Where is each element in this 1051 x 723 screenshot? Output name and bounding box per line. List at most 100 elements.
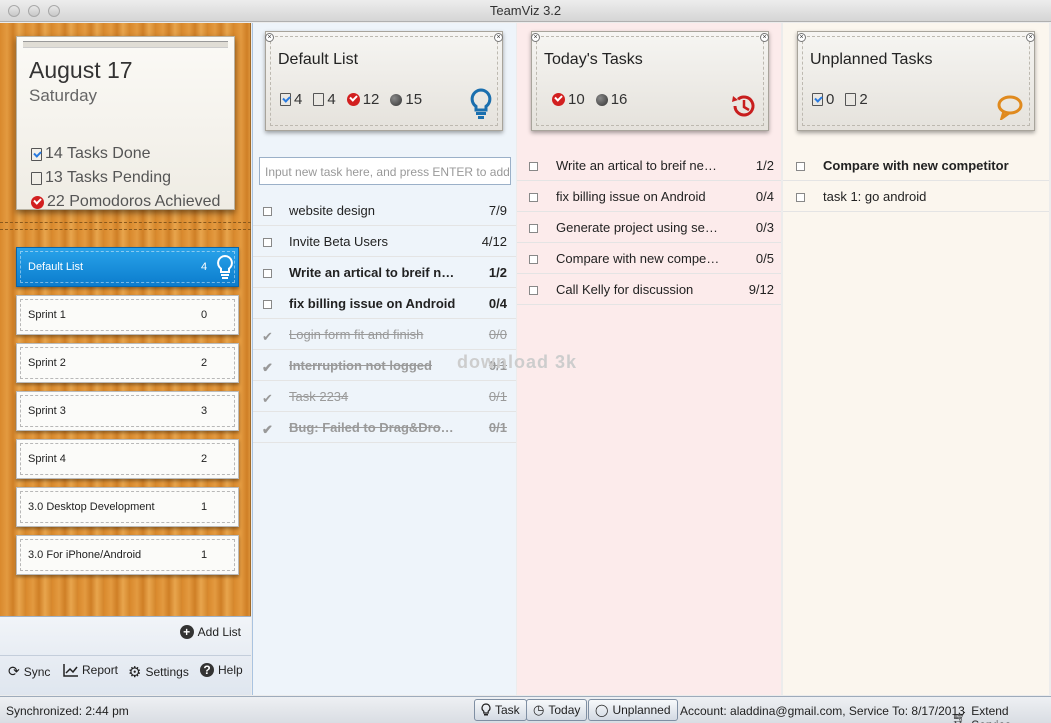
tomato-icon [552,93,565,106]
unplanned-tasks-card[interactable]: × × Unplanned Tasks 0 2 [797,31,1035,131]
lightbulb-icon [470,88,492,119]
sidebar-item-sprint-1[interactable]: Sprint 1 0 [16,295,239,335]
task-checkbox[interactable] [263,300,272,309]
checked-clipboard-icon [812,93,823,106]
pin-icon: × [494,33,503,42]
task-name: Call Kelly for discussion [556,282,694,297]
date-day: Saturday [29,86,98,105]
task-row-completed[interactable]: ✔ Login form fit and finish 0/0 [253,319,516,350]
pomodoro-count: 12 [362,91,380,108]
task-progress: 0/0 [488,327,507,342]
task-row-completed[interactable]: ✔ Task 2234 0/1 [253,381,516,412]
task-row[interactable]: fix billing issue on Android 0/4 [517,181,781,212]
task-name: fix billing issue on Android [556,189,706,204]
task-checkbox[interactable] [529,193,538,202]
list-count: 2 [201,357,208,369]
task-name: Task 2234 [289,389,349,404]
task-name: fix billing issue on Android [289,296,456,311]
task-row[interactable]: website design 7/9 [253,195,516,226]
sidebar-item-sprint-4[interactable]: Sprint 4 2 [16,439,239,479]
sync-status: Synchronized: 2:44 pm [6,704,129,718]
todays-tasks-card[interactable]: × × Today's Tasks 10 16 [531,31,769,131]
cart-icon: 🛒︎ [952,711,968,723]
extend-service-button[interactable]: 🛒︎ Extend Service [952,704,1051,723]
task-row[interactable]: Generate project using sencha 0/3 [517,212,781,243]
task-view-button[interactable]: Task [474,699,527,721]
window-title: TeamViz 3.2 [489,3,562,18]
task-checkbox[interactable] [263,238,272,247]
task-checkbox[interactable] [529,286,538,295]
close-window-button[interactable] [8,5,20,17]
done-count: 4 [294,91,303,108]
pin-icon: × [797,33,806,42]
checkmark-icon[interactable]: ✔ [262,391,273,407]
sidebar-item-sprint-2[interactable]: Sprint 2 2 [16,343,239,383]
list-count: 0 [201,309,208,321]
task-name: Compare with new competitor [556,251,721,266]
card-title: Today's Tasks [544,51,643,68]
sidebar-item-iphone-android[interactable]: 3.0 For iPhone/Android 1 [16,535,239,575]
task-checkbox[interactable] [529,162,538,171]
task-checkbox[interactable] [529,255,538,264]
zoom-window-button[interactable] [48,5,60,17]
tasks-done-stat: 14 Tasks Done [31,145,151,163]
checkmark-icon[interactable]: ✔ [262,360,273,376]
title-bar: TeamViz 3.2 [0,0,1051,22]
list-count: 1 [201,549,208,561]
checked-clipboard-icon [280,93,291,106]
tomato-icon [31,195,44,209]
add-list-label: Add List [197,625,241,639]
default-list-card[interactable]: × × Default List 4 4 12 15 [265,31,503,131]
date-title: August 17 [29,57,133,83]
task-checkbox[interactable] [529,224,538,233]
task-checkbox[interactable] [263,207,272,216]
task-row[interactable]: Write an artical to breif new features 1… [253,257,516,288]
history-clock-icon [732,95,755,117]
task-checkbox[interactable] [263,269,272,278]
task-progress: 7/9 [488,203,507,218]
task-row[interactable]: Write an artical to breif new features 1… [517,150,781,181]
help-icon: ? [200,663,214,677]
lightbulb-icon [217,254,233,279]
list-name: 3.0 Desktop Development [28,501,155,513]
watermark: download 3k [457,352,578,372]
minimize-window-button[interactable] [28,5,40,17]
today-view-button[interactable]: ◷ Today [526,699,588,721]
task-progress: 9/12 [748,282,774,297]
checkmark-icon[interactable]: ✔ [262,329,273,345]
list-count: 3 [201,405,208,417]
sidebar-item-sprint-3[interactable]: Sprint 3 3 [16,391,239,431]
checkmark-icon[interactable]: ✔ [262,422,273,438]
unplanned-tasks-column: × × Unplanned Tasks 0 2 Compare with new… [783,23,1049,695]
task-row[interactable]: task 1: go android [783,181,1049,212]
sidebar-divider [0,229,251,230]
unplanned-view-button[interactable]: ◯ Unplanned [588,699,678,721]
help-button[interactable]: ? Help [200,663,243,677]
task-row[interactable]: Call Kelly for discussion 9/12 [517,274,781,305]
list-name: Sprint 4 [28,453,66,465]
task-row-completed[interactable]: ✔ Bug: Failed to Drag&Drop task 0/1 [253,412,516,443]
sync-label: Sync [23,664,51,679]
report-button[interactable]: Report [63,663,118,677]
task-checkbox[interactable] [796,162,805,171]
pending-count: 2 [859,91,868,108]
task-row[interactable]: fix billing issue on Android 0/4 [253,288,516,319]
task-row[interactable]: Compare with new competitor [783,150,1049,181]
card-stats: 4 4 12 15 [280,91,422,108]
interruption-count: 15 [405,91,423,108]
task-name: Login form fit and finish [289,327,424,342]
sidebar-item-desktop-development[interactable]: 3.0 Desktop Development 1 [16,487,239,527]
tasks-done-label: 14 Tasks Done [45,145,151,162]
task-row[interactable]: Invite Beta Users 4/12 [253,226,516,257]
settings-label: Settings [145,665,189,679]
list-name: 3.0 For iPhone/Android [28,549,142,561]
settings-button[interactable]: ⚙ Settings [128,663,189,681]
task-row[interactable]: Compare with new competitor 0/5 [517,243,781,274]
list-count: 2 [201,453,208,465]
sidebar-item-default-list[interactable]: Default List 4 [16,247,239,287]
new-task-input[interactable]: Input new task here, and press ENTER to … [259,157,511,185]
add-list-button[interactable]: + Add List [179,625,241,639]
task-name: Invite Beta Users [289,234,388,249]
sync-button[interactable]: ⟳ Sync [8,663,50,680]
task-checkbox[interactable] [796,193,805,202]
